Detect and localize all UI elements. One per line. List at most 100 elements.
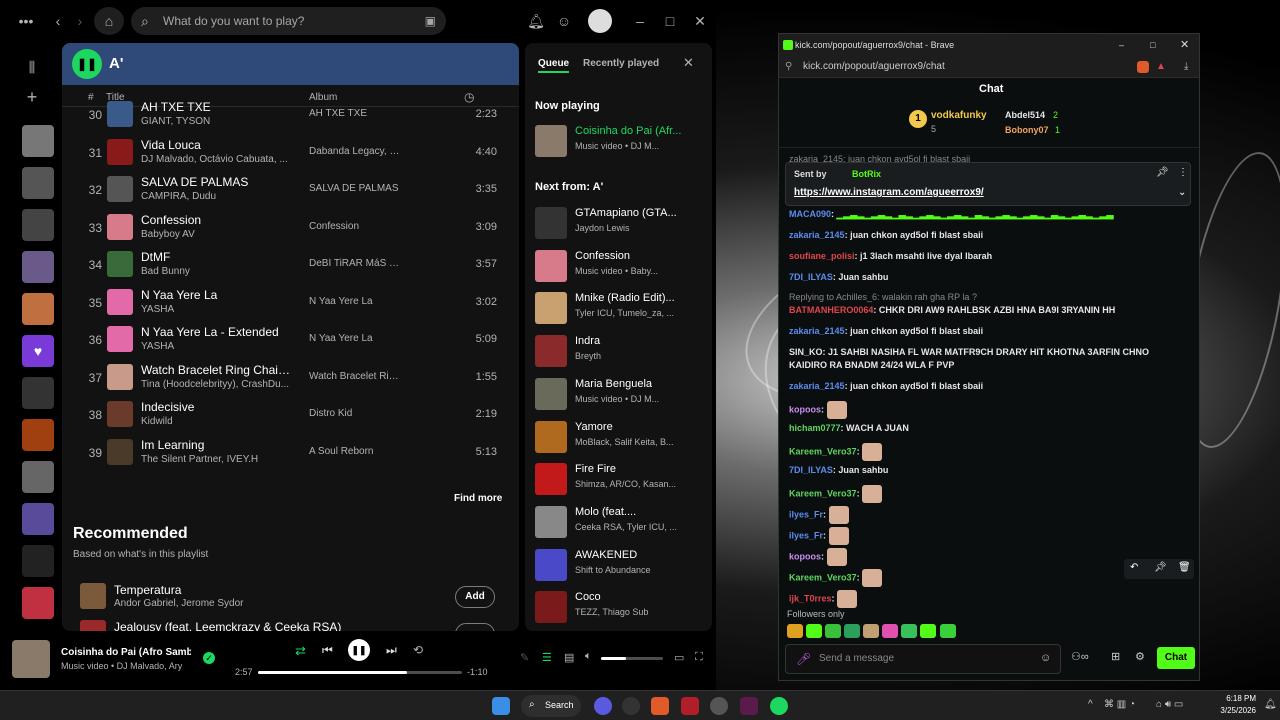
queue-icon[interactable]: ☰ (542, 651, 552, 664)
library-icon[interactable]: ⫼ (20, 53, 44, 77)
emote-icon[interactable] (882, 624, 899, 638)
track-title[interactable]: Confession (141, 213, 291, 227)
now-playing-item[interactable]: Coisinha do Pai (Afr... Music video • DJ… (535, 123, 710, 161)
site-info-icon[interactable]: ⚲ (785, 56, 792, 78)
chat-message[interactable]: BATMANHERO0064: CHKR DRI AW9 RAHLBSK AZB… (789, 304, 1189, 317)
chat-message[interactable]: 7DI_ILYAS: Juan sahbu (789, 464, 1189, 477)
chat-username[interactable]: 7DI_ILYAS (789, 465, 833, 475)
queue-item[interactable]: GTAmapiano (GTA... Jaydon Lewis (535, 205, 710, 243)
connect-device-icon[interactable]: ▤ (564, 651, 574, 664)
chat-message[interactable]: SIN_KO: J1 SAHBI NASIHA FL WAR MATFR9CH … (789, 346, 1189, 372)
library-thumb[interactable] (22, 587, 54, 619)
track-row[interactable]: 39 Im Learning The Silent Partner, IVEY.H A… (62, 435, 519, 472)
track-artist[interactable]: Bad Bunny (141, 266, 291, 277)
network-volume-icons[interactable]: ⌂ 🔊︎ ▭ (1156, 699, 1183, 710)
rewards-icon[interactable]: ▲ (1156, 56, 1166, 78)
track-album[interactable]: AH TXE TXE (309, 108, 404, 119)
maximize-icon[interactable]: □ (660, 7, 680, 35)
url-text[interactable]: kick.com/popout/aguerrox9/chat (803, 56, 945, 78)
library-thumb[interactable] (22, 503, 54, 535)
chat-message[interactable]: 7DI_ILYAS: Juan sahbu (789, 271, 1189, 284)
track-artist[interactable]: CAMPIRA, Dudu (141, 191, 291, 202)
app-icon[interactable] (740, 697, 758, 715)
browse-icon[interactable]: ▣ (425, 7, 436, 35)
emote-icon[interactable] (863, 624, 880, 638)
track-row[interactable]: 31 Vida Louca DJ Malvado, Octávio Cabuata,… (62, 135, 519, 172)
chat-message[interactable]: zakaria_2145: juan chkon ayd5ol fi blast… (789, 325, 1189, 338)
users-icon[interactable]: ⚇∞ (1071, 650, 1089, 663)
chat-message[interactable]: kopoos: (789, 401, 1189, 419)
track-album[interactable]: Distro Kid (309, 408, 404, 419)
track-artist[interactable]: The Silent Partner, IVEY.H (141, 454, 291, 465)
windows-start-icon[interactable] (492, 697, 510, 715)
queue-item[interactable]: Confession Music video • Baby... (535, 248, 710, 286)
track-artist[interactable]: Tina (Hoodcelebrityy), CrashDu... (141, 379, 291, 390)
player-sub[interactable]: Music video • DJ Malvado, Ary (61, 661, 201, 671)
chat-message[interactable]: hicham0777: WACH A JUAN (789, 422, 1189, 435)
fullscreen-icon[interactable]: ⛶ (695, 651, 703, 664)
track-title[interactable]: N Yaa Yere La - Extended (141, 325, 291, 339)
track-row[interactable]: 34 DtMF Bad Bunny DeBÍ TiRAR MáS FOT... 3:57 (62, 247, 519, 284)
track-row[interactable]: 32 SALVA DE PALMAS CAMPIRA, Dudu SALVA DE P… (62, 172, 519, 209)
emote-icon[interactable] (787, 624, 803, 638)
track-album[interactable]: Dabanda Legacy, Vol.1 (309, 146, 404, 157)
chat-username[interactable]: Kareem_Vero37 (789, 446, 857, 456)
leader-name[interactable]: vodkafunky (931, 110, 987, 121)
address-bar[interactable]: ⚲ kick.com/popout/aguerrox9/chat ▲ ⤓ (779, 56, 1199, 78)
queue-item[interactable]: Yamore MoBlack, Salif Keita, B... (535, 419, 710, 457)
miniplayer-icon[interactable]: ▭ (674, 651, 684, 664)
lyrics-icon[interactable]: ✎ (520, 651, 529, 664)
more-icon[interactable]: ⋮ (1178, 167, 1188, 178)
chat-username[interactable]: kopoos (789, 551, 821, 561)
minimize-icon[interactable]: – (630, 7, 650, 35)
brave-icon[interactable] (651, 697, 669, 715)
app-icon[interactable] (622, 697, 640, 715)
notification-icon[interactable]: 🔔︎ (1264, 699, 1277, 710)
emote-icon[interactable] (825, 624, 842, 638)
next-icon[interactable]: ⏭︎ (386, 643, 397, 658)
saved-check-icon[interactable]: ✓ (203, 652, 215, 664)
rec-row[interactable]: Jealousy (feat. Leemckrazy & Ceeka RSA) (62, 617, 519, 631)
emote-icon[interactable] (806, 624, 823, 638)
library-thumb[interactable] (22, 125, 54, 157)
shuffle-icon[interactable]: ⇄ (295, 643, 306, 659)
track-album[interactable]: Watch Bracelet Ring ... (309, 371, 404, 382)
track-artist[interactable]: YASHA (141, 341, 291, 352)
chat-username[interactable]: zakaria_2145 (789, 381, 845, 391)
reply-icon[interactable]: ↶ (1130, 562, 1138, 573)
emote-icon[interactable] (901, 624, 918, 638)
mic-icon[interactable]: 🎤︎ (796, 652, 811, 666)
chat-username[interactable]: ilyes_Fr (789, 530, 823, 540)
maximize-icon[interactable]: □ (1150, 34, 1155, 56)
track-row[interactable]: 37 Watch Bracelet Ring Chain (W... Tina (H… (62, 360, 519, 397)
track-row[interactable]: 38 Indecisive Kidwild Distro Kid 2:19 (62, 397, 519, 434)
track-title[interactable]: Indecisive (141, 400, 291, 414)
close-icon[interactable]: ✕ (1180, 34, 1189, 56)
track-album[interactable]: A Soul Reborn (309, 446, 404, 457)
library-thumb[interactable] (22, 251, 54, 283)
pinned-bot[interactable]: BotRix (852, 169, 881, 179)
pin-icon[interactable]: 📌︎ (1154, 562, 1167, 573)
chat-username[interactable]: BATMANHERO0064 (789, 305, 873, 315)
pause-icon[interactable]: ❚❚ (72, 49, 102, 79)
acrobat-icon[interactable] (681, 697, 699, 715)
track-title[interactable]: Im Learning (141, 438, 291, 452)
track-row[interactable]: 30 AH TXE TXE GIANT, TYSON AH TXE TXE 2:23 (62, 97, 519, 134)
library-thumb[interactable] (22, 209, 54, 241)
leader-name[interactable]: Abdel514 (1005, 110, 1045, 120)
library-thumb[interactable] (22, 419, 54, 451)
track-artist[interactable]: Kidwild (141, 416, 291, 427)
track-album[interactable]: N Yaa Yere La (309, 296, 404, 307)
friends-icon[interactable]: ☺ (554, 7, 574, 35)
chat-username[interactable]: Kareem_Vero37 (789, 488, 857, 498)
queue-item[interactable]: AWAKENED Shift to Abundance (535, 547, 710, 585)
volume-icon[interactable]: 🔈︎ (585, 650, 592, 663)
chat-message[interactable]: MACA090: ▁▂▃▂▁▂▃▂▁▃▂▁▂▃▂▁▂▃▂▁▃▂▁▂▃▂▁▂▃▂▁… (789, 208, 1189, 221)
track-title[interactable]: SALVA DE PALMAS (141, 175, 291, 189)
chat-message[interactable]: Kareem_Vero37: (789, 443, 1189, 461)
bell-icon[interactable]: 🔔︎ (526, 7, 546, 35)
more-menu-icon[interactable]: ••• (14, 7, 38, 35)
download-icon[interactable]: ⤓ (1184, 56, 1188, 78)
add-button[interactable]: Add (455, 586, 495, 608)
queue-item[interactable]: Indra Breyth (535, 333, 710, 371)
